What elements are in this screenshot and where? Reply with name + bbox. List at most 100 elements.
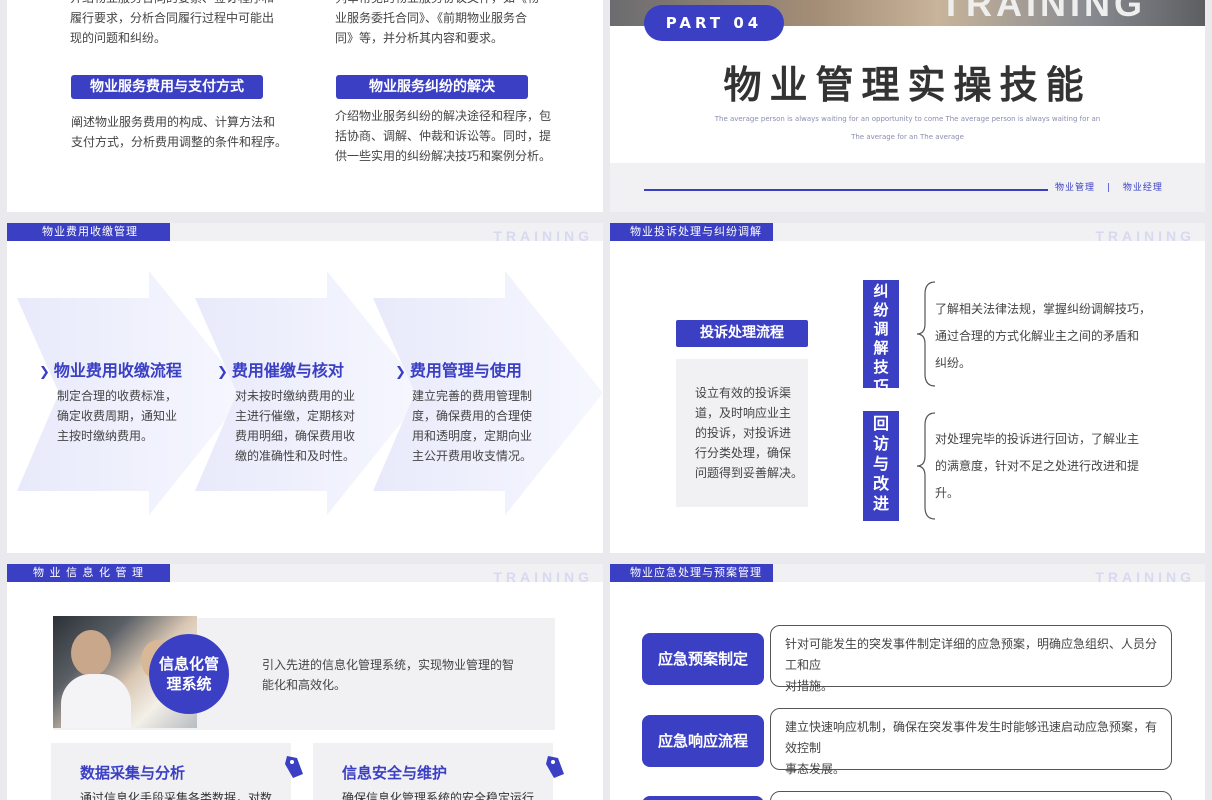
fee-item-title: ❯ 费用管理与使用 <box>395 357 522 381</box>
security-card-title: 信息安全与维护 <box>342 764 448 782</box>
slide-complaints: 物业投诉处理与纠纷调解 TRAINING 投诉处理流程 设立有效的投诉渠 道，及… <box>610 223 1205 553</box>
text-line: 主按时缴纳费用。 <box>57 429 154 443</box>
label-char: 技 <box>873 358 889 376</box>
fee-item-desc: 制定合理的收费标准， 确定收费周期，通知业 主按时缴纳费用。 <box>57 386 177 446</box>
label-char: 巧 <box>873 377 889 395</box>
text-line: 建立快速响应机制，确保在突发事件发生时能够迅速启动应急预案，有效控制 <box>785 720 1158 755</box>
dispute-desc: 介绍物业服务纠纷的解决途径和程序，包 括协商、调解、仲裁和诉讼等。同时，提 供一… <box>335 106 575 166</box>
chevron-right-icon: ❯ <box>39 365 50 380</box>
mediation-skills-desc: 了解相关法律法规，掌握纠纷调解技巧， 通过合理的方式化解业主之间的矛盾和 纠纷。 <box>935 296 1151 377</box>
col2-top-text: 列举常见的物业服务协议文件，如《物 业服务委托合同》、《前期物业服务合 同》等，… <box>335 0 565 48</box>
chevron-right-icon: ❯ <box>217 365 228 380</box>
text-line: 括协商、调解、仲裁和诉讼等。同时，提 <box>335 129 552 143</box>
label-char: 解 <box>873 339 889 357</box>
text-line: 业服务委托合同》、《前期物业服务合 <box>335 11 528 25</box>
text-line: 对处理完毕的投诉进行回访，了解业主 <box>935 432 1140 446</box>
text-line: 纠纷。 <box>935 356 972 370</box>
tag-property: 物业管理 <box>1055 183 1096 193</box>
emergency-plan-label: 应急预案制定 <box>642 633 764 685</box>
slide-header: 物业应急处理与预案管理 TRAINING <box>610 564 1205 582</box>
text-line: 能化和高效化。 <box>262 678 347 692</box>
text-line: 履行要求，分析合同履行过程中可能出 <box>70 11 275 25</box>
text-line: 现的问题和纠纷。 <box>70 31 167 45</box>
label-char: 与 <box>872 454 889 473</box>
slide-header: 物 业 信 息 化 管 理 TRAINING <box>7 564 603 582</box>
fee-title-badge: 物业服务费用与支付方式 <box>71 75 263 99</box>
text-line: 阐述物业服务费用的构成、计算方法和 <box>71 115 276 129</box>
text-line: 了解相关法律法规，掌握纠纷调解技巧， <box>935 302 1152 316</box>
emergency-next-label <box>642 796 764 800</box>
text-line: 升。 <box>935 486 960 500</box>
text-line: 用和透明度，定期向业 <box>412 429 533 443</box>
person-silhouette <box>61 674 131 728</box>
tag-manager: 物业经理 <box>1122 183 1163 193</box>
fee-desc: 阐述物业服务费用的构成、计算方法和 支付方式，分析费用调整的条件和程序。 <box>71 112 301 152</box>
text-line: 同》等，并分析其内容和要求。 <box>335 31 504 45</box>
emergency-response-desc: 建立快速响应机制，确保在突发事件发生时能够迅速启动应急预案，有效控制 事态发展。 <box>770 708 1172 776</box>
label-char: 改 <box>872 474 889 493</box>
col1-top-text: 介绍物业服务合同的要素、签订程序和 履行要求，分析合同履行过程中可能出 现的问题… <box>70 0 290 48</box>
tag-icon <box>546 756 564 778</box>
tag-icon <box>285 756 303 778</box>
text-line: 对未按时缴纳费用的业 <box>235 389 356 403</box>
fee-item-title: ❯ 物业费用收缴流程 <box>39 357 182 381</box>
complaint-flow-desc: 设立有效的投诉渠 道，及时响应业主 的投诉，对投诉进 行分类处理，确保 问题得到… <box>695 383 803 483</box>
intro-desc: 引入先进的信息化管理系统，实现物业管理的智 能化和高效化。 <box>262 655 514 695</box>
text-line: 对措施。 <box>785 679 834 693</box>
label-char: 进 <box>872 494 889 513</box>
label-char: 纠 <box>873 282 889 300</box>
slide-header: 物业投诉处理与纠纷调解 TRAINING <box>610 223 1205 241</box>
part-badge: PART 04 <box>644 5 784 41</box>
fee-item-title-text: 物业费用收缴流程 <box>53 361 182 380</box>
slide-header-tab: 物业应急处理与预案管理 <box>610 564 773 582</box>
text-line: 问题得到妥善解决。 <box>695 466 804 480</box>
tag-separator: | <box>1106 183 1111 193</box>
text-line: 行分类处理，确保 <box>695 446 792 460</box>
text-line: 度，确保费用的合理使 <box>412 409 533 423</box>
label-char: 纷 <box>873 301 889 319</box>
slide-fee-collection: 物业费用收缴管理 TRAINING ❯ 物业费用收缴流程 制定合理的收费标准， 确… <box>7 223 603 553</box>
slide-part04: TRAINING PART 04 物业管理实操技能 The average pe… <box>610 0 1205 212</box>
data-card-desc: 通过信息化手段采集各类数据，对数 <box>80 791 273 800</box>
text-line: 建立完善的费用管理制 <box>412 389 533 403</box>
text-line: 主公开费用收支情况。 <box>412 449 533 463</box>
text-line: 缴的准确性和及时性。 <box>235 449 356 463</box>
fee-item-title-text: 费用催缴与核对 <box>231 361 344 380</box>
fee-item-desc: 对未按时缴纳费用的业 主进行催缴，定期核对 费用明细，确保费用收 缴的准确性和及… <box>235 386 355 466</box>
data-card-title: 数据采集与分析 <box>80 764 186 782</box>
dispute-title-badge: 物业服务纠纷的解决 <box>336 75 528 99</box>
slide-contract: 介绍物业服务合同的要素、签订程序和 履行要求，分析合同履行过程中可能出 现的问题… <box>7 0 603 212</box>
footer-tags: 物业管理 | 物业经理 <box>1055 181 1163 195</box>
mediation-skills-label: 纠 纷 调 解 技 巧 <box>863 280 899 395</box>
subtitle-line-2: The average for an The average <box>851 133 964 141</box>
text-line: 费用明细，确保费用收 <box>235 429 356 443</box>
complaint-flow-title: 投诉处理流程 <box>676 320 808 347</box>
text-line: 支付方式，分析费用调整的条件和程序。 <box>71 135 288 149</box>
text-line: 事态发展。 <box>785 762 846 776</box>
text-line: 的满意度，针对不足之处进行改进和提 <box>935 459 1140 473</box>
slide-emergency: 物业应急处理与预案管理 TRAINING 应急预案制定 针对可能发生的突发事件制… <box>610 564 1205 800</box>
header-watermark: TRAINING <box>1095 229 1195 241</box>
text-line: 设立有效的投诉渠 <box>695 386 792 400</box>
text-line: 的投诉，对投诉进 <box>695 426 792 440</box>
text-line: 道，及时响应业主 <box>695 406 792 420</box>
text-line: 通过合理的方式化解业主之间的矛盾和 <box>935 329 1140 343</box>
text-line: 制定合理的收费标准， <box>57 389 178 403</box>
header-watermark: TRAINING <box>493 570 593 582</box>
follow-up-desc: 对处理完毕的投诉进行回访，了解业主 的满意度，针对不足之处进行改进和提 升。 <box>935 426 1139 507</box>
text-line: 针对可能发生的突发事件制定详细的应急预案，明确应急组织、人员分工和应 <box>785 637 1158 672</box>
fee-item-desc: 建立完善的费用管理制 度，确保费用的合理使 用和透明度，定期向业 主公开费用收支… <box>412 386 532 466</box>
circle-line: 理系统 <box>166 675 212 693</box>
text-line: 主进行催缴，定期核对 <box>235 409 356 423</box>
left-brace-icon <box>916 412 936 520</box>
slide-header-tab: 物 业 信 息 化 管 理 <box>7 564 170 582</box>
label-char: 回 <box>872 414 889 433</box>
left-brace-icon <box>916 281 936 387</box>
circle-line: 信息化管 <box>158 655 219 673</box>
fee-item-title: ❯ 费用催缴与核对 <box>217 357 344 381</box>
emergency-plan-desc: 针对可能发生的突发事件制定详细的应急预案，明确应急组织、人员分工和应 对措施。 <box>770 625 1172 693</box>
text-line: 供一些实用的纠纷解决技巧和案例分析。 <box>335 149 552 163</box>
emergency-next-desc <box>770 791 1172 800</box>
fee-item-title-text: 费用管理与使用 <box>409 361 522 380</box>
slide-header-tab: 物业投诉处理与纠纷调解 <box>610 223 773 241</box>
